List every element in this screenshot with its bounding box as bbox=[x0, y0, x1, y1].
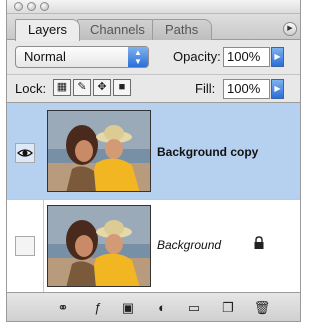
lock-position-icon[interactable]: ✥ bbox=[93, 79, 111, 96]
lock-image-pixels-icon[interactable]: ✎ bbox=[73, 79, 91, 96]
layer-name[interactable]: Background copy bbox=[157, 145, 258, 159]
new-layer-icon[interactable]: ❐ bbox=[217, 299, 239, 317]
layer-row-background[interactable]: Background bbox=[7, 199, 300, 295]
blend-row: Normal ▲ ▼ Opacity: 100% ▶ bbox=[7, 40, 300, 72]
minimize-window-button[interactable] bbox=[27, 2, 36, 11]
close-window-button[interactable] bbox=[14, 2, 23, 11]
layer-mask-icon[interactable]: ▣ bbox=[117, 299, 139, 317]
lock-transparent-pixels-icon[interactable]: ▦ bbox=[53, 79, 71, 96]
lock-all-icon[interactable]: ■ bbox=[113, 79, 131, 96]
layer-row-background-copy[interactable]: Background copy bbox=[7, 103, 300, 199]
trash-icon[interactable]: 🗑 bbox=[251, 299, 273, 317]
tab-layers[interactable]: Layers bbox=[15, 19, 81, 41]
tab-paths[interactable]: Paths bbox=[152, 19, 212, 40]
title-bar bbox=[7, 0, 300, 14]
tab-strip: Layers Channels Paths ▶ bbox=[7, 14, 300, 41]
zoom-window-button[interactable] bbox=[40, 2, 49, 11]
opacity-slider-button[interactable]: ▶ bbox=[271, 47, 284, 67]
fill-field[interactable]: 100% bbox=[223, 79, 270, 99]
new-group-icon[interactable]: ▭ bbox=[183, 299, 205, 317]
visibility-toggle[interactable] bbox=[15, 143, 35, 163]
layer-style-icon[interactable]: ƒ bbox=[87, 299, 109, 317]
layers-panel: Layers Channels Paths ▶ Normal ▲ ▼ Opacit… bbox=[6, 0, 301, 322]
adjustment-layer-icon[interactable]: ◐ bbox=[151, 299, 173, 317]
chevron-up-down-icon: ▲ ▼ bbox=[128, 47, 148, 67]
opacity-label: Opacity: bbox=[173, 49, 221, 64]
eye-icon bbox=[17, 149, 33, 157]
panel-menu-icon[interactable]: ▶ bbox=[283, 22, 297, 36]
layer-name[interactable]: Background bbox=[157, 238, 221, 252]
lock-row: Lock: ▦ ✎ ✥ ■ Fill: 100% ▶ bbox=[7, 74, 300, 102]
tab-channels[interactable]: Channels bbox=[77, 19, 158, 40]
link-layers-icon[interactable]: ⚭ bbox=[51, 299, 75, 317]
blend-mode-value: Normal bbox=[24, 49, 66, 64]
layers-toolbar: ⚭ ƒ ▣ ◐ ▭ ❐ 🗑 bbox=[7, 292, 300, 321]
lock-label: Lock: bbox=[15, 81, 47, 96]
layer-thumbnail[interactable] bbox=[47, 205, 151, 287]
visibility-toggle[interactable] bbox=[15, 236, 35, 256]
layer-list: Background copy Background bbox=[7, 102, 300, 295]
lock-icon bbox=[253, 236, 265, 253]
opacity-field[interactable]: 100% bbox=[223, 47, 270, 67]
fill-slider-button[interactable]: ▶ bbox=[271, 79, 284, 99]
layer-thumbnail[interactable] bbox=[47, 110, 151, 192]
fill-label: Fill: bbox=[195, 81, 216, 96]
blend-mode-select[interactable]: Normal ▲ ▼ bbox=[15, 46, 149, 68]
